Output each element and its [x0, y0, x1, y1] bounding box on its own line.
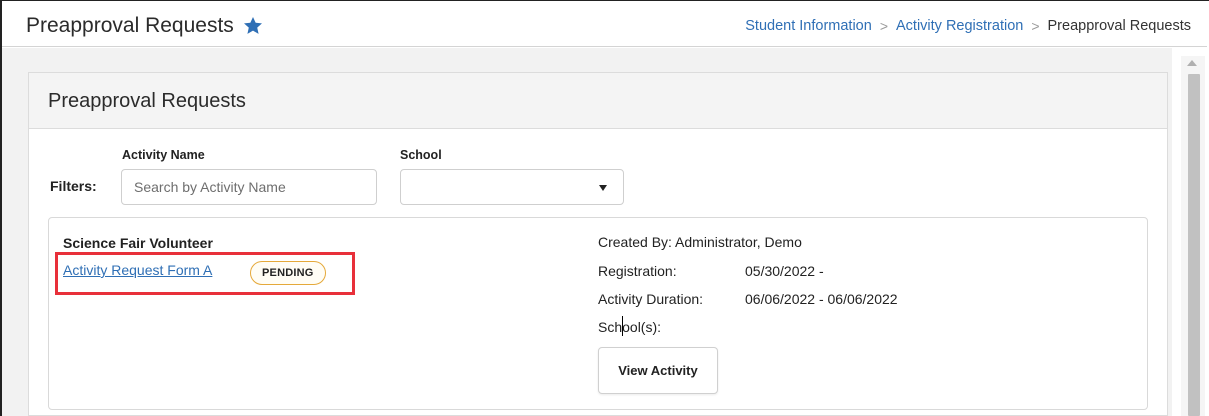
created-by-text: Created By: Administrator, Demo [598, 234, 802, 250]
scroll-up-icon[interactable] [1187, 60, 1197, 66]
status-badge: PENDING [250, 261, 326, 285]
breadcrumb-student-information[interactable]: Student Information [745, 18, 872, 34]
panel-title: Preapproval Requests [48, 90, 246, 112]
page-title-text: Preapproval Requests [26, 14, 234, 37]
view-activity-button[interactable]: View Activity [598, 347, 718, 394]
filters-label: Filters: [50, 178, 97, 194]
panel-header: Preapproval Requests [29, 73, 1167, 129]
breadcrumb-activity-registration[interactable]: Activity Registration [896, 18, 1023, 34]
page-title: Preapproval Requests [26, 14, 264, 38]
activity-name: Science Fair Volunteer [63, 235, 213, 251]
vertical-scrollbar[interactable] [1181, 56, 1205, 416]
breadcrumb-separator-icon: > [879, 18, 888, 34]
breadcrumb-separator-icon: > [1031, 18, 1040, 34]
school-label: School [400, 148, 442, 162]
chevron-down-icon [599, 185, 607, 191]
activity-request-form-link[interactable]: Activity Request Form A [63, 262, 212, 278]
schools-label: School(s): [598, 319, 662, 335]
activity-duration-value: 06/06/2022 - 06/06/2022 [745, 291, 898, 307]
breadcrumb-current: Preapproval Requests [1047, 18, 1191, 34]
breadcrumb: Student Information > Activity Registrat… [745, 18, 1191, 34]
activity-name-label: Activity Name [122, 148, 205, 162]
scroll-thumb[interactable] [1188, 74, 1200, 416]
star-icon[interactable] [242, 15, 264, 37]
activity-duration-label: Activity Duration: [598, 291, 704, 307]
registration-value: 05/30/2022 - [745, 263, 824, 279]
text-cursor [622, 316, 623, 336]
registration-label: Registration: [598, 263, 677, 279]
school-select[interactable] [400, 169, 624, 205]
activity-name-search-input[interactable] [121, 169, 377, 205]
top-bar: Preapproval Requests Student Information… [2, 1, 1207, 47]
